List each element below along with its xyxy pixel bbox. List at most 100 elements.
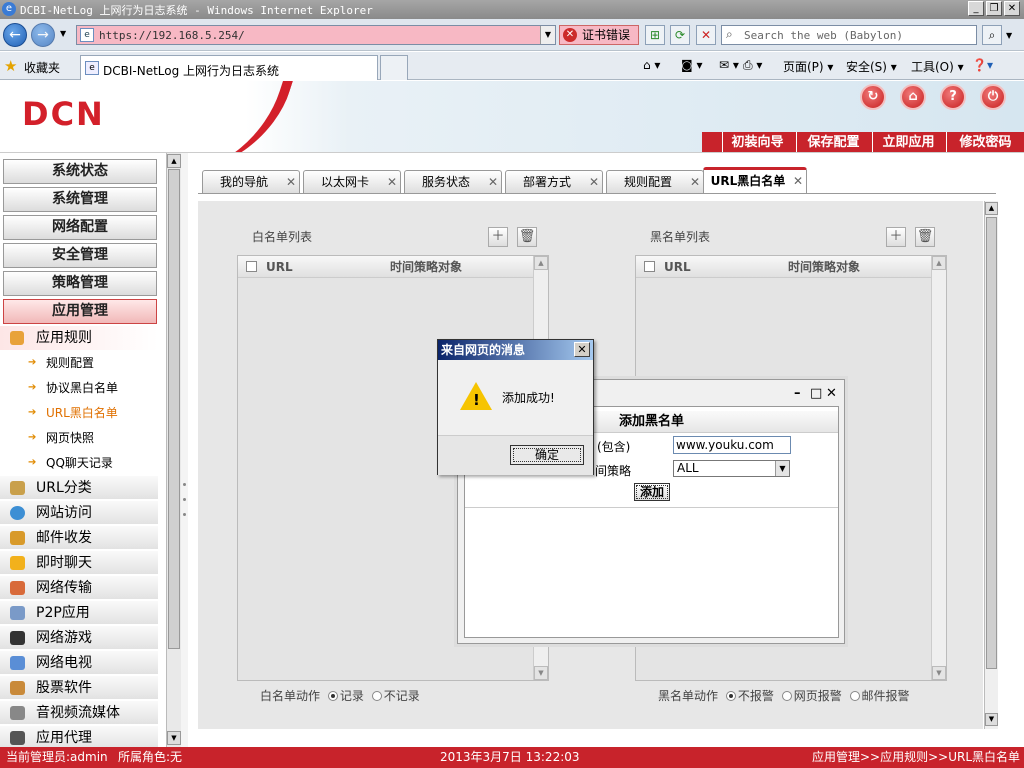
content-scroll-thumb[interactable] [986,217,997,669]
scroll-down-icon[interactable]: ▼ [985,713,998,726]
back-icon[interactable]: ← [3,23,27,47]
nav-p2p[interactable]: P2P应用 [0,601,158,625]
blacklist-noalarm-radio[interactable] [725,691,736,701]
favorites-button[interactable]: 收藏夹 [24,59,60,76]
search-options-icon[interactable]: ▼ [1006,31,1012,40]
nav-streaming-media[interactable]: 音视频流媒体 [0,701,158,725]
apply-now-button[interactable]: 立即应用 [872,132,944,152]
nav-url-category[interactable]: URL分类 [0,476,158,500]
nav-stock-software[interactable]: 股票软件 [0,676,158,700]
compatibility-view-icon[interactable]: ⊞ [645,25,665,45]
search-button-icon[interactable]: ⌕ [982,25,1002,45]
forward-icon[interactable]: → [31,23,55,47]
nav-group-app-rules[interactable]: 应用规则 [0,326,158,350]
nav-network-tv[interactable]: 网络电视 [0,651,158,675]
minimize-button[interactable]: _ [968,1,984,16]
nav-sub-url-list[interactable]: ➔ URL黑白名单 [0,401,158,425]
help-round-icon[interactable]: ? [940,84,966,110]
tab-ethernet[interactable]: 以太网卡 ✕ [303,170,401,193]
nav-website-access[interactable]: 网站访问 [0,501,158,525]
refresh-round-icon[interactable]: ↻ [860,84,886,110]
print-icon[interactable]: ⎙ ▾ [743,58,762,73]
mail-icon[interactable]: ✉ ▾ [719,58,739,72]
nav-splitter[interactable] [181,153,188,747]
url-input[interactable] [673,436,791,454]
blacklist-add-icon[interactable]: ＋ [886,227,906,247]
add-button[interactable]: 添加 [634,483,670,501]
change-password-button[interactable]: 修改密码 [946,132,1024,152]
scroll-down-icon[interactable]: ▼ [167,731,181,745]
nav-sub-web-snapshot[interactable]: ➔ 网页快照 [0,426,158,450]
nav-online-games[interactable]: 网络游戏 [0,626,158,650]
nav-app-proxy[interactable]: 应用代理 [0,726,158,747]
search-input[interactable]: ⌕ Search the web (Babylon) [721,25,977,45]
message-close-icon[interactable]: ✕ [574,342,590,357]
scroll-up-icon[interactable]: ▲ [932,256,946,270]
tab-my-navigation[interactable]: 我的导航 ✕ [202,170,300,193]
whitelist-delete-icon[interactable]: 🗑 [517,227,537,247]
content-scrollbar[interactable]: ▲ ▼ [984,201,998,729]
safety-menu[interactable]: 安全(S) ▾ [846,58,897,75]
nav-sub-qq-chat[interactable]: ➔ QQ聊天记录 [0,451,158,475]
blacklist-delete-icon[interactable]: 🗑 [915,227,935,247]
home-icon[interactable]: ⌂ ▾ [643,58,660,72]
tab-deployment[interactable]: 部署方式 ✕ [505,170,603,193]
time-policy-select[interactable]: ALL ▼ [673,460,790,477]
tab-close-icon[interactable]: ✕ [387,171,397,193]
whitelist-select-all-checkbox[interactable] [246,261,257,272]
dialog-maximize-icon[interactable]: □ [810,386,822,401]
tab-close-icon[interactable]: ✕ [589,171,599,193]
nav-scrollbar[interactable]: ▲ ▼ [166,153,181,747]
nav-system-status[interactable]: 系统状态 [3,159,157,184]
address-bar[interactable]: e https://192.168.5.254/ ▼ [76,25,556,45]
page-menu[interactable]: 页面(P) ▾ [783,58,833,75]
tab-close-icon[interactable]: ✕ [488,171,498,193]
dialog-close-icon[interactable]: ✕ [826,386,837,401]
scroll-up-icon[interactable]: ▲ [167,154,181,168]
stop-icon[interactable]: ✕ [696,25,716,45]
nav-network-config[interactable]: 网络配置 [3,215,157,240]
blacklist-select-all-checkbox[interactable] [644,261,655,272]
close-window-button[interactable]: ✕ [1004,1,1020,16]
scroll-down-icon[interactable]: ▼ [534,666,548,680]
tools-menu[interactable]: 工具(O) ▾ [911,58,964,75]
scroll-down-icon[interactable]: ▼ [932,666,946,680]
nav-system-management[interactable]: 系统管理 [3,187,157,212]
nav-mail[interactable]: 邮件收发 [0,526,158,550]
tab-rule-config[interactable]: 规则配置 ✕ [606,170,704,193]
blacklist-webalarm-radio[interactable] [781,691,792,701]
scroll-up-icon[interactable]: ▲ [534,256,548,270]
setup-wizard-button[interactable]: 初装向导 [722,132,792,152]
whitelist-norecord-radio[interactable] [371,691,382,701]
tab-url-list[interactable]: URL黑白名单 ✕ [703,167,807,194]
blacklist-mailalarm-radio[interactable] [849,691,860,701]
nav-sub-protocol-list[interactable]: ➔ 协议黑白名单 [0,376,158,400]
nav-application-management[interactable]: 应用管理 [3,299,157,324]
save-config-button[interactable]: 保存配置 [796,132,870,152]
tab-close-icon[interactable]: ✕ [286,171,296,193]
favorites-star-icon[interactable]: ★ [4,57,17,75]
maximize-button[interactable]: ❐ [986,1,1002,16]
home-round-icon[interactable]: ⌂ [900,84,926,110]
scroll-up-icon[interactable]: ▲ [985,202,998,215]
address-dropdown-icon[interactable]: ▼ [540,26,555,44]
ok-button[interactable]: 确定 [510,445,584,465]
browser-tab[interactable]: e DCBI-NetLog 上网行为日志系统 [80,55,378,80]
dialog-minimize-icon[interactable]: – [794,386,801,401]
nav-security-management[interactable]: 安全管理 [3,243,157,268]
nav-network-transfer[interactable]: 网络传输 [0,576,158,600]
nav-scroll-thumb[interactable] [168,169,180,649]
history-dropdown-icon[interactable]: ▼ [60,29,66,38]
tab-service-status[interactable]: 服务状态 ✕ [404,170,502,193]
feeds-icon[interactable]: ◙ ▾ [681,58,702,72]
logout-round-icon[interactable]: ⏻ [980,84,1006,110]
tab-close-icon[interactable]: ✕ [690,171,700,193]
certificate-error-button[interactable]: ✕ 证书错误 [559,25,639,45]
refresh-icon[interactable]: ⟳ [670,25,690,45]
blacklist-scrollbar[interactable]: ▲ ▼ [931,256,946,680]
nav-policy-management[interactable]: 策略管理 [3,271,157,296]
new-tab-button[interactable] [380,55,408,80]
whitelist-add-icon[interactable]: ＋ [488,227,508,247]
whitelist-record-radio[interactable] [327,691,338,701]
help-icon[interactable]: ❓▾ [972,58,993,72]
